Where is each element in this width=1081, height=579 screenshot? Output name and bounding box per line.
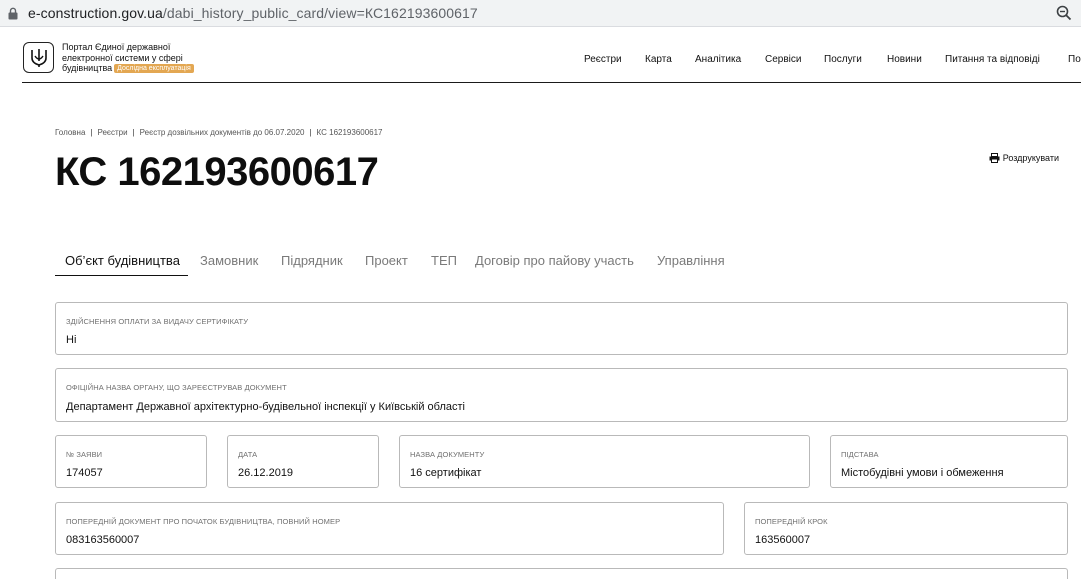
breadcrumb-registries[interactable]: Реєстри	[97, 128, 127, 137]
field-authority-value: Департамент Державної архітектурно-будів…	[66, 401, 466, 413]
breadcrumb-registry[interactable]: Реєстр дозвільних документів до 06.07.20…	[140, 128, 305, 137]
top-navigation: Реєстри Карта Аналітика Сервіси Послуги …	[0, 54, 1081, 68]
field-previous-step-value: 163560007	[755, 534, 811, 546]
nav-item-public-services[interactable]: Послуги	[824, 54, 862, 66]
field-document-name-label: Назва документу	[410, 450, 485, 459]
breadcrumb-home[interactable]: Головна	[55, 128, 85, 137]
nav-item-more[interactable]: По	[1068, 54, 1081, 66]
field-application-number: № заяви 174057	[55, 435, 207, 488]
field-previous-document: Попередній документ про початок будівниц…	[55, 502, 724, 555]
field-previous-document-value: 083163560007	[66, 534, 140, 546]
field-payment: Здійснення оплати за видачу сертифікату …	[55, 302, 1068, 355]
nav-item-news[interactable]: Новини	[887, 54, 922, 66]
url-text[interactable]: e-construction.gov.ua/dabi_history_publi…	[28, 5, 478, 21]
nav-item-map[interactable]: Карта	[645, 54, 672, 66]
field-next-card	[55, 568, 1068, 579]
field-payment-value: Ні	[66, 334, 77, 346]
field-payment-label: Здійснення оплати за видачу сертифікату	[66, 317, 249, 326]
tab-construction-object[interactable]: Об’єкт будівництва	[65, 252, 180, 269]
field-basis-value: Містобудівні умови і обмеження	[841, 467, 1004, 479]
field-date-value: 26.12.2019	[238, 467, 294, 479]
field-authority-label: Офіційна назва органу, що зареєстрував д…	[66, 383, 287, 392]
field-date-label: Дата	[238, 450, 258, 459]
tab-project[interactable]: Проект	[365, 252, 408, 269]
nav-item-registries[interactable]: Реєстри	[584, 54, 622, 66]
field-basis: Підстава Містобудівні умови і обмеження	[830, 435, 1068, 488]
field-authority: Офіційна назва органу, що зареєстрував д…	[55, 368, 1068, 422]
browser-address-bar[interactable]: e-construction.gov.ua/dabi_history_publi…	[0, 0, 1081, 27]
tab-customer[interactable]: Замовник	[200, 252, 258, 269]
field-application-number-value: 174057	[66, 467, 103, 479]
field-document-name-value: 16 сертифікат	[410, 467, 482, 479]
field-previous-document-label: Попередній документ про початок будівниц…	[66, 517, 341, 526]
portal-name-line1: Портал Єдиної державної	[62, 42, 171, 52]
active-tab-indicator	[55, 275, 188, 276]
field-previous-step: Попередній крок 163560007	[744, 502, 1068, 555]
lock-icon	[8, 7, 18, 20]
print-label: Роздрукувати	[1002, 153, 1059, 163]
field-document-name: Назва документу 16 сертифікат	[399, 435, 810, 488]
nav-item-services[interactable]: Сервіси	[765, 54, 801, 66]
breadcrumb: Головна | Реєстри | Реєстр дозвільних докуме…	[55, 128, 383, 137]
print-button[interactable]: Роздрукувати	[989, 152, 1059, 164]
field-previous-step-label: Попередній крок	[755, 517, 828, 526]
zoom-icon[interactable]	[1055, 4, 1073, 22]
field-date: Дата 26.12.2019	[227, 435, 379, 488]
page-title: КС 162193600617	[55, 150, 379, 194]
tab-bar: Об’єкт будівництва Замовник Підрядник Пр…	[55, 252, 755, 276]
tab-management[interactable]: Управління	[657, 252, 725, 269]
tab-equity-agreement[interactable]: Договір про пайову участь	[475, 252, 634, 269]
tab-tep[interactable]: ТЕП	[431, 252, 457, 269]
field-basis-label: Підстава	[841, 450, 879, 459]
breadcrumb-current: КС 162193600617	[316, 128, 383, 137]
printer-icon	[989, 153, 1000, 163]
field-application-number-label: № заяви	[66, 450, 103, 459]
nav-item-faq[interactable]: Питання та відповіді	[945, 54, 1040, 66]
url-path: /dabi_history_public_card/view=КС1621936…	[162, 5, 478, 21]
nav-item-analytics[interactable]: Аналітика	[695, 54, 741, 66]
url-host: e-construction.gov.ua	[28, 5, 163, 21]
tab-contractor[interactable]: Підрядник	[281, 252, 343, 269]
header-divider	[22, 82, 1081, 83]
